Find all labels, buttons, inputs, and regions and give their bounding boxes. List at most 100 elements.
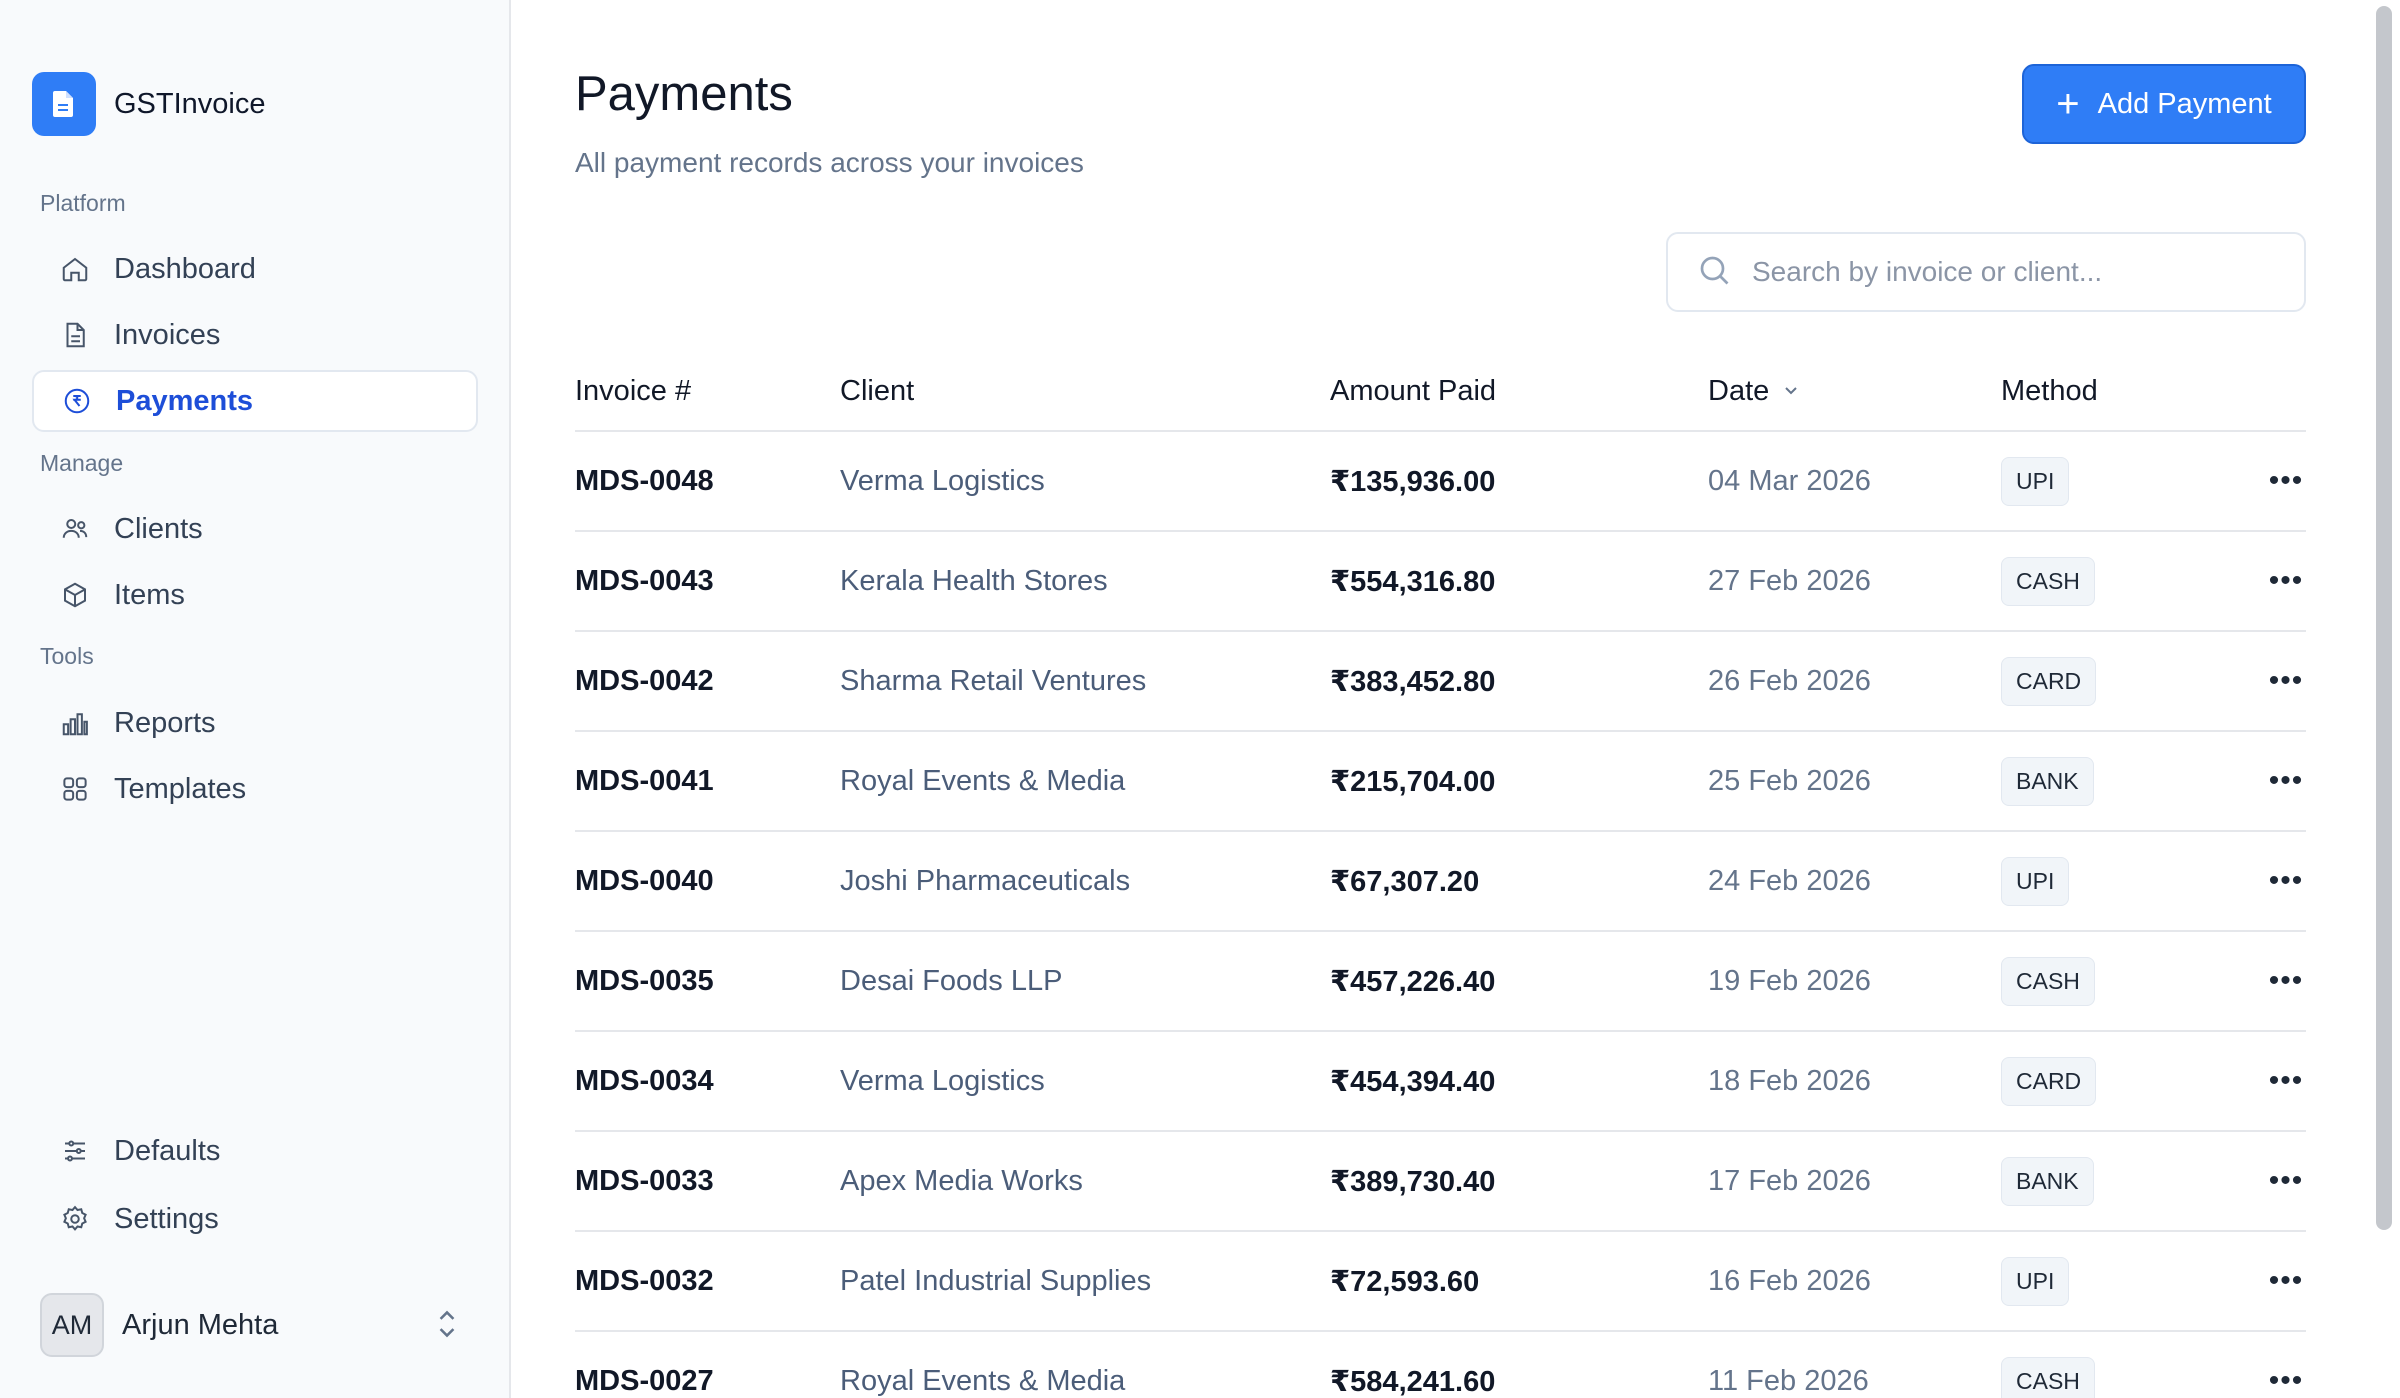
- section-label-platform: Platform: [40, 190, 126, 216]
- scrollbar-thumb[interactable]: [2376, 6, 2392, 1230]
- table-row[interactable]: MDS-0027 Royal Events & Media ₹584,241.60 1…: [575, 1332, 2306, 1398]
- sidebar-item-settings[interactable]: Settings: [32, 1188, 478, 1250]
- amount-paid: ₹135,936.00: [1330, 465, 1496, 498]
- client-name[interactable]: Kerala Health Stores: [840, 565, 1330, 598]
- method-badge: CASH: [2001, 956, 2095, 1006]
- payment-date: 18 Feb 2026: [1708, 1064, 1871, 1097]
- more-actions-icon[interactable]: •••: [2266, 1366, 2306, 1396]
- sidebar-item-label: Defaults: [114, 1134, 221, 1167]
- more-actions-icon[interactable]: •••: [2266, 866, 2306, 896]
- column-header-amount[interactable]: Amount Paid: [1330, 375, 1708, 408]
- payment-date: 26 Feb 2026: [1708, 664, 1871, 697]
- search-input[interactable]: [1752, 256, 2292, 288]
- rupee-circle-icon: [60, 384, 94, 418]
- sidebar-item-clients[interactable]: Clients: [32, 498, 478, 560]
- sidebar-item-items[interactable]: Items: [32, 564, 478, 626]
- table-row[interactable]: MDS-0040 Joshi Pharmaceuticals ₹67,307.20 2…: [575, 832, 2306, 932]
- payment-date: 19 Feb 2026: [1708, 964, 1871, 997]
- vertical-scrollbar[interactable]: [2376, 0, 2392, 1398]
- add-payment-button[interactable]: + Add Payment: [2022, 64, 2306, 144]
- method-badge: CARD: [2001, 656, 2097, 706]
- invoice-number[interactable]: MDS-0027: [575, 1365, 840, 1398]
- invoice-number[interactable]: MDS-0034: [575, 1065, 840, 1098]
- invoice-number[interactable]: MDS-0041: [575, 765, 840, 798]
- sidebar-item-label: Payments: [116, 384, 254, 417]
- table-row[interactable]: MDS-0041 Royal Events & Media ₹215,704.00 2…: [575, 732, 2306, 832]
- invoice-number[interactable]: MDS-0035: [575, 965, 840, 998]
- amount-paid: ₹67,307.20: [1330, 865, 1480, 898]
- page-title: Payments: [575, 67, 793, 121]
- more-actions-icon[interactable]: •••: [2266, 1166, 2306, 1196]
- method-badge: BANK: [2001, 756, 2094, 806]
- sidebar-item-label: Settings: [114, 1202, 219, 1235]
- more-actions-icon[interactable]: •••: [2266, 566, 2306, 596]
- user-menu[interactable]: AM Arjun Mehta: [40, 1292, 460, 1358]
- sidebar-item-templates[interactable]: Templates: [32, 758, 478, 820]
- client-name[interactable]: Royal Events & Media: [840, 1365, 1330, 1398]
- sidebar-item-reports[interactable]: Reports: [32, 692, 478, 754]
- table-header: Invoice # Client Amount Paid Date Method: [575, 352, 2306, 432]
- table-row[interactable]: MDS-0032 Patel Industrial Supplies ₹72,593…: [575, 1232, 2306, 1332]
- invoice-number[interactable]: MDS-0048: [575, 465, 840, 498]
- table-row[interactable]: MDS-0048 Verma Logistics ₹135,936.00 04 Mar…: [575, 432, 2306, 532]
- invoice-number[interactable]: MDS-0033: [575, 1165, 840, 1198]
- section-label-tools: Tools: [40, 643, 94, 669]
- table-row[interactable]: MDS-0034 Verma Logistics ₹454,394.40 18 Feb…: [575, 1032, 2306, 1132]
- document-icon: [32, 72, 96, 136]
- chevron-up-down-icon[interactable]: [434, 1306, 460, 1347]
- column-header-date[interactable]: Date: [1708, 375, 2001, 408]
- invoice-number[interactable]: MDS-0043: [575, 565, 840, 598]
- more-actions-icon[interactable]: •••: [2266, 766, 2306, 796]
- invoice-number[interactable]: MDS-0040: [575, 865, 840, 898]
- method-badge: CASH: [2001, 1356, 2095, 1398]
- column-header-client[interactable]: Client: [840, 375, 1330, 408]
- table-row[interactable]: MDS-0033 Apex Media Works ₹389,730.40 17 Fe…: [575, 1132, 2306, 1232]
- table-row[interactable]: MDS-0035 Desai Foods LLP ₹457,226.40 19 Feb…: [575, 932, 2306, 1032]
- invoice-number[interactable]: MDS-0032: [575, 1265, 840, 1298]
- amount-paid: ₹383,452.80: [1330, 665, 1496, 698]
- brand[interactable]: GSTInvoice: [32, 72, 266, 136]
- more-actions-icon[interactable]: •••: [2266, 466, 2306, 496]
- client-name[interactable]: Sharma Retail Ventures: [840, 665, 1330, 698]
- client-name[interactable]: Patel Industrial Supplies: [840, 1265, 1330, 1298]
- amount-paid: ₹389,730.40: [1330, 1165, 1496, 1198]
- brand-name: GSTInvoice: [114, 87, 266, 120]
- client-name[interactable]: Joshi Pharmaceuticals: [840, 865, 1330, 898]
- avatar: AM: [40, 1293, 104, 1357]
- chevron-down-icon[interactable]: [1781, 375, 1801, 408]
- column-header-method[interactable]: Method: [2001, 375, 2191, 408]
- sidebar-item-label: Invoices: [114, 318, 221, 351]
- column-header-date-label: Date: [1708, 374, 1770, 407]
- payment-date: 16 Feb 2026: [1708, 1264, 1871, 1297]
- more-actions-icon[interactable]: •••: [2266, 1266, 2306, 1296]
- client-name[interactable]: Apex Media Works: [840, 1165, 1330, 1198]
- table-row[interactable]: MDS-0042 Sharma Retail Ventures ₹383,452.8…: [575, 632, 2306, 732]
- column-header-invoice[interactable]: Invoice #: [575, 375, 840, 408]
- sidebar-item-defaults[interactable]: Defaults: [32, 1120, 478, 1182]
- sidebar-item-label: Clients: [114, 512, 203, 545]
- method-badge: UPI: [2001, 1256, 2070, 1306]
- box-icon: [58, 578, 92, 612]
- more-actions-icon[interactable]: •••: [2266, 666, 2306, 696]
- sidebar-item-label: Dashboard: [114, 252, 256, 285]
- payment-date: 04 Mar 2026: [1708, 464, 1871, 497]
- payment-date: 25 Feb 2026: [1708, 764, 1871, 797]
- more-actions-icon[interactable]: •••: [2266, 1066, 2306, 1096]
- add-payment-label: Add Payment: [2097, 87, 2272, 120]
- more-actions-icon[interactable]: •••: [2266, 966, 2306, 996]
- client-name[interactable]: Royal Events & Media: [840, 765, 1330, 798]
- sidebar-item-payments[interactable]: Payments: [32, 370, 478, 432]
- sidebar-item-invoices[interactable]: Invoices: [32, 304, 478, 366]
- payment-date: 17 Feb 2026: [1708, 1164, 1871, 1197]
- table-row[interactable]: MDS-0043 Kerala Health Stores ₹554,316.80 2…: [575, 532, 2306, 632]
- main-content: Payments All payment records across your…: [511, 0, 2400, 1398]
- invoice-number[interactable]: MDS-0042: [575, 665, 840, 698]
- client-name[interactable]: Desai Foods LLP: [840, 965, 1330, 998]
- client-name[interactable]: Verma Logistics: [840, 465, 1330, 498]
- search-box[interactable]: [1666, 232, 2306, 312]
- client-name[interactable]: Verma Logistics: [840, 1065, 1330, 1098]
- sidebar-item-label: Reports: [114, 706, 216, 739]
- sidebar-item-dashboard[interactable]: Dashboard: [32, 238, 478, 300]
- amount-paid: ₹454,394.40: [1330, 1065, 1496, 1098]
- sidebar-item-label: Templates: [114, 772, 247, 805]
